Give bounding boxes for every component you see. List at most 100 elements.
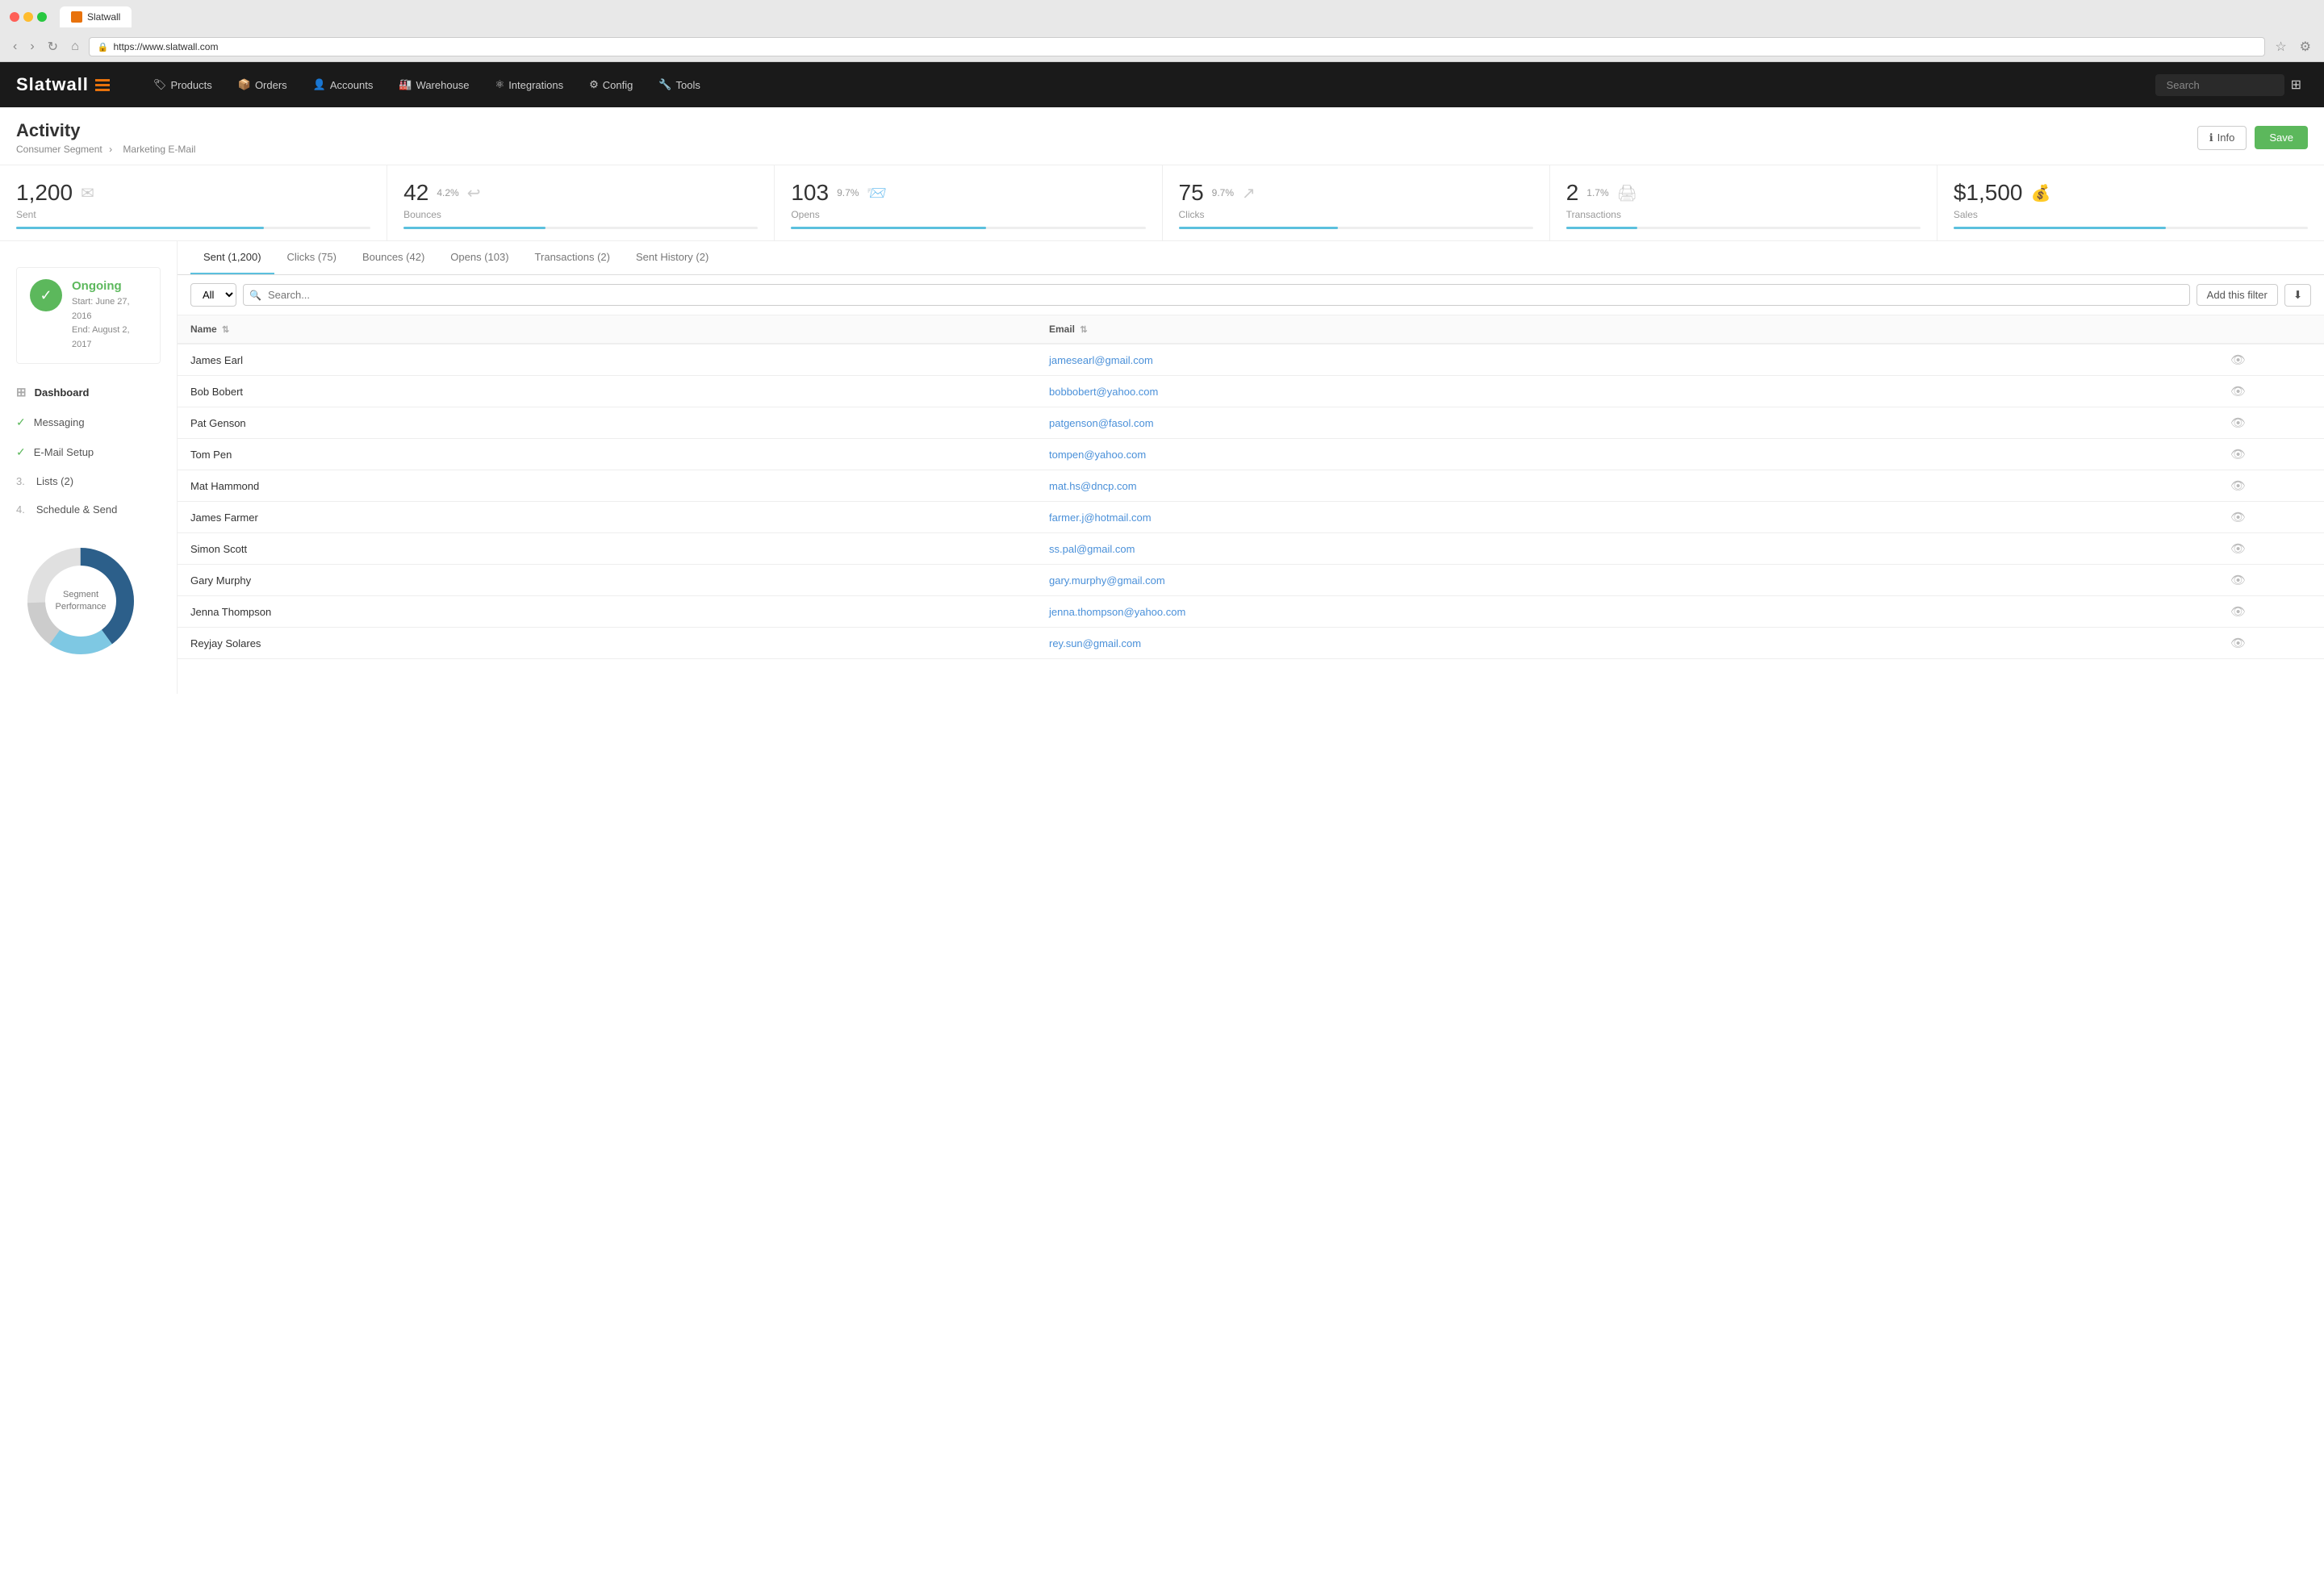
- email-link-0[interactable]: jamesearl@gmail.com: [1049, 354, 1153, 366]
- table-row: James Earl jamesearl@gmail.com 👁: [178, 344, 2324, 376]
- products-icon: 🏷: [153, 78, 167, 91]
- view-icon-6[interactable]: 👁: [2230, 542, 2246, 556]
- browser-tab[interactable]: Slatwall: [60, 6, 132, 27]
- stat-bounces-pct: 4.2%: [437, 187, 458, 198]
- svg-text:Performance: Performance: [56, 602, 107, 612]
- sidebar-item-email-setup[interactable]: ✓ E-Mail Setup: [0, 437, 177, 467]
- sidebar: ✓ Ongoing Start: June 27, 2016 End: Augu…: [0, 241, 178, 694]
- maximize-dot[interactable]: [37, 12, 47, 22]
- tab-sent[interactable]: Sent (1,200): [190, 241, 274, 274]
- col-header-email[interactable]: Email ⇅: [1036, 315, 2152, 344]
- accounts-icon: 👤: [313, 78, 326, 91]
- view-icon-2[interactable]: 👁: [2230, 416, 2246, 430]
- email-link-4[interactable]: mat.hs@dncp.com: [1049, 480, 1137, 492]
- svg-text:Segment: Segment: [63, 590, 98, 599]
- segment-performance-chart: Segment Performance: [16, 537, 145, 666]
- stat-transactions: 2 1.7% 🖨 Transactions: [1550, 165, 1937, 240]
- status-dates: Start: June 27, 2016 End: August 2, 2017: [72, 295, 147, 352]
- col-header-name[interactable]: Name ⇅: [178, 315, 1036, 344]
- cell-email-1: bobbobert@yahoo.com: [1036, 376, 2152, 407]
- nav-item-config[interactable]: ⚙ Config: [578, 72, 644, 98]
- nav-item-products[interactable]: 🏷 Products: [142, 72, 224, 98]
- settings-button[interactable]: ⚙: [2297, 37, 2314, 56]
- cell-email-9: rey.sun@gmail.com: [1036, 628, 2152, 659]
- nav-item-tools[interactable]: 🔧 Tools: [647, 72, 712, 98]
- sidebar-item-dashboard[interactable]: ⊞ Dashboard: [0, 377, 177, 407]
- breadcrumb-child: Marketing E-Mail: [123, 144, 195, 155]
- nav-item-integrations[interactable]: ⚛ Integrations: [484, 72, 575, 98]
- email-link-6[interactable]: ss.pal@gmail.com: [1049, 543, 1135, 555]
- nav-item-warehouse[interactable]: 🏭 Warehouse: [387, 72, 480, 98]
- cell-name-9: Reyjay Solares: [178, 628, 1036, 659]
- refresh-button[interactable]: ↻: [44, 37, 61, 56]
- bookmark-button[interactable]: ☆: [2272, 37, 2289, 56]
- email-link-5[interactable]: farmer.j@hotmail.com: [1049, 512, 1152, 524]
- forward-button[interactable]: ›: [27, 38, 37, 56]
- email-link-1[interactable]: bobbobert@yahoo.com: [1049, 386, 1158, 398]
- stat-transactions-pct: 1.7%: [1586, 187, 1608, 198]
- table-row: Pat Genson patgenson@fasol.com 👁: [178, 407, 2324, 439]
- view-icon-8[interactable]: 👁: [2230, 605, 2246, 619]
- view-icon-9[interactable]: 👁: [2230, 637, 2246, 650]
- email-link-9[interactable]: rey.sun@gmail.com: [1049, 637, 1141, 649]
- sidebar-item-lists[interactable]: 3. Lists (2): [0, 467, 177, 495]
- sidebar-item-messaging[interactable]: ✓ Messaging: [0, 407, 177, 437]
- view-icon-5[interactable]: 👁: [2230, 511, 2246, 524]
- table-row: Reyjay Solares rey.sun@gmail.com 👁: [178, 628, 2324, 659]
- cell-actions-4: 👁: [2152, 470, 2324, 502]
- cell-email-5: farmer.j@hotmail.com: [1036, 502, 2152, 533]
- search-wrap: [243, 284, 2190, 306]
- view-icon-3[interactable]: 👁: [2230, 448, 2246, 461]
- add-filter-button[interactable]: Add this filter: [2197, 284, 2278, 306]
- cell-actions-1: 👁: [2152, 376, 2324, 407]
- sidebar-item-schedule-send[interactable]: 4. Schedule & Send: [0, 495, 177, 524]
- back-button[interactable]: ‹: [10, 38, 20, 56]
- config-icon: ⚙: [589, 78, 599, 91]
- tab-sent-history[interactable]: Sent History (2): [623, 241, 721, 274]
- email-link-8[interactable]: jenna.thompson@yahoo.com: [1049, 606, 1185, 618]
- email-link-7[interactable]: gary.murphy@gmail.com: [1049, 574, 1165, 587]
- cell-name-2: Pat Genson: [178, 407, 1036, 439]
- view-icon-4[interactable]: 👁: [2230, 479, 2246, 493]
- status-card: ✓ Ongoing Start: June 27, 2016 End: Augu…: [16, 267, 161, 364]
- url-text: https://www.slatwall.com: [113, 41, 218, 52]
- stat-opens-pct: 9.7%: [837, 187, 859, 198]
- email-link-3[interactable]: tompen@yahoo.com: [1049, 449, 1146, 461]
- col-header-actions: [2152, 315, 2324, 344]
- tab-bounces[interactable]: Bounces (42): [349, 241, 437, 274]
- view-icon-1[interactable]: 👁: [2230, 385, 2246, 399]
- close-dot[interactable]: [10, 12, 19, 22]
- opens-stat-icon: 📨: [867, 183, 887, 203]
- filter-all-select[interactable]: All: [190, 283, 236, 307]
- browser-titlebar: Slatwall: [10, 6, 2314, 27]
- stat-clicks: 75 9.7% ↗ Clicks: [1163, 165, 1550, 240]
- dashboard-icon: ⊞: [16, 385, 27, 399]
- filter-bar: All Add this filter ⬇: [178, 275, 2324, 315]
- nav-extra-button[interactable]: ⊞: [2284, 73, 2308, 96]
- filter-search-input[interactable]: [243, 284, 2190, 306]
- address-bar[interactable]: 🔒 https://www.slatwall.com: [89, 37, 2266, 56]
- orders-icon: 📦: [238, 78, 251, 91]
- view-icon-0[interactable]: 👁: [2230, 353, 2246, 367]
- email-link-2[interactable]: patgenson@fasol.com: [1049, 417, 1154, 429]
- nav-item-accounts[interactable]: 👤 Accounts: [302, 72, 385, 98]
- view-icon-7[interactable]: 👁: [2230, 574, 2246, 587]
- cell-actions-0: 👁: [2152, 344, 2324, 376]
- tab-transactions[interactable]: Transactions (2): [522, 241, 623, 274]
- save-button[interactable]: Save: [2255, 126, 2308, 149]
- brand-logo[interactable]: Slatwall: [16, 74, 110, 95]
- nav-search-input[interactable]: [2155, 74, 2284, 96]
- tab-opens[interactable]: Opens (103): [437, 241, 521, 274]
- brand-text: Slatwall: [16, 74, 89, 95]
- stat-opens-value: 103: [791, 180, 829, 206]
- stat-bounces-value: 42: [403, 180, 428, 206]
- home-button[interactable]: ⌂: [68, 38, 82, 56]
- tab-clicks[interactable]: Clicks (75): [274, 241, 349, 274]
- status-info: Ongoing Start: June 27, 2016 End: August…: [72, 279, 147, 352]
- nav-item-orders[interactable]: 📦 Orders: [227, 72, 299, 98]
- minimize-dot[interactable]: [23, 12, 33, 22]
- download-button[interactable]: ⬇: [2284, 284, 2311, 307]
- cell-name-6: Simon Scott: [178, 533, 1036, 565]
- info-button[interactable]: ℹ Info: [2197, 126, 2247, 150]
- breadcrumb-parent[interactable]: Consumer Segment: [16, 144, 102, 155]
